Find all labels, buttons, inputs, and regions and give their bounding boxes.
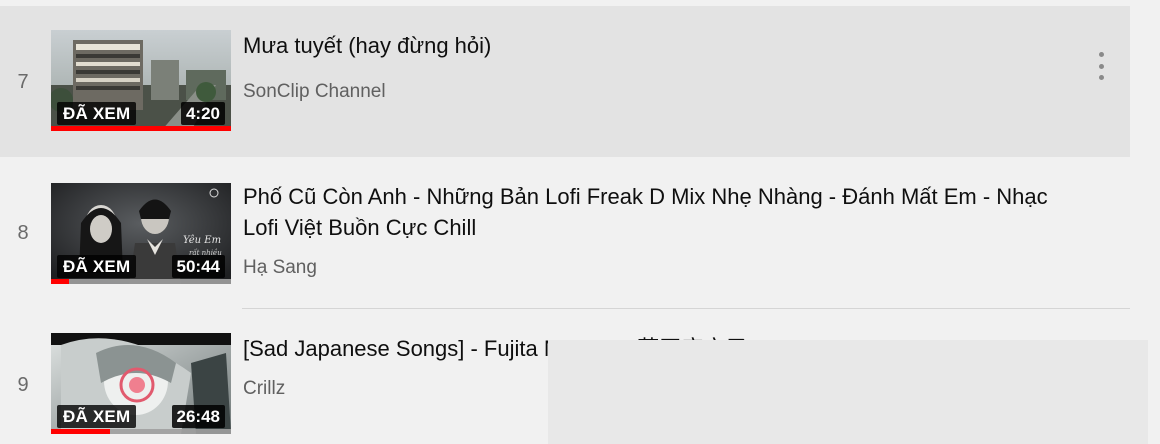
duration-badge: 4:20	[180, 102, 225, 125]
watch-progress-fill	[51, 126, 231, 131]
video-thumbnail[interactable]: ĐÃ XEM 4:20	[51, 30, 231, 131]
item-index: 7	[17, 71, 29, 93]
item-meta: Phố Cũ Còn Anh - Những Bản Lofi Freak D …	[243, 181, 1073, 279]
item-meta: Mưa tuyết (hay đừng hỏi) SonClip Channel	[243, 30, 1073, 103]
menu-dot	[1098, 52, 1104, 57]
channel-name[interactable]: Hạ Sang	[243, 257, 1073, 279]
menu-dot	[1098, 75, 1104, 80]
watched-badge: ĐÃ XEM	[57, 102, 137, 125]
watch-progress-fill	[51, 279, 69, 284]
menu-dot	[1098, 63, 1104, 69]
watch-progress-fill	[51, 429, 111, 434]
playlist-item[interactable]: 7 ĐÃ XEM 4:20 Mưa tuyết (hay đừng hỏi) S…	[0, 6, 1130, 157]
item-index: 8	[17, 222, 29, 244]
playlist: 7 ĐÃ XEM 4:20 Mưa tuyết (hay đừng hỏi) S…	[0, 0, 1160, 444]
video-thumbnail[interactable]: ĐÃ XEM 26:48	[51, 333, 231, 434]
video-thumbnail[interactable]: Yêu Em rất nhiều ĐÃ XEM 50:44	[51, 183, 231, 284]
watch-progress-bar	[51, 126, 231, 131]
overlay-panel	[548, 340, 1148, 444]
watched-badge: ĐÃ XEM	[57, 255, 137, 278]
svg-text:Yêu Em: Yêu Em	[183, 235, 221, 246]
channel-name[interactable]: SonClip Channel	[243, 81, 1073, 103]
duration-badge: 50:44	[171, 255, 225, 278]
item-index: 9	[17, 374, 29, 396]
watch-progress-bar	[51, 279, 231, 284]
duration-badge: 26:48	[171, 405, 225, 428]
video-title[interactable]: Mưa tuyết (hay đừng hỏi)	[243, 30, 1073, 61]
video-title[interactable]: Phố Cũ Còn Anh - Những Bản Lofi Freak D …	[243, 181, 1073, 243]
watch-progress-bar	[51, 429, 231, 434]
more-vertical-icon[interactable]	[1092, 52, 1110, 80]
playlist-item[interactable]: 8 Yêu Em rất nhiều ĐÃ XEM 50:44 Phố Cũ C…	[0, 157, 1130, 308]
watched-badge: ĐÃ XEM	[57, 405, 137, 428]
